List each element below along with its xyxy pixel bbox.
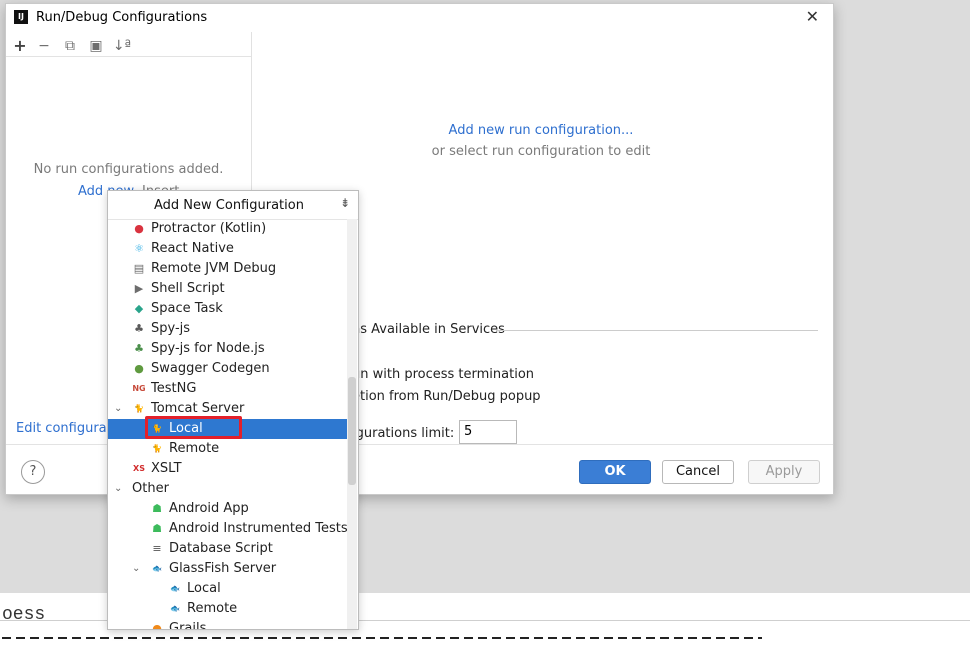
dialog-titlebar: IJ Run/Debug Configurations ✕ <box>6 4 833 32</box>
config-type-label: Spy-js <box>151 321 191 336</box>
cancel-button[interactable]: Cancel <box>662 460 734 484</box>
config-type-label: Swagger Codegen <box>151 361 270 376</box>
config-type-icon: ☗ <box>152 502 162 515</box>
config-type-icon: ♣ <box>134 342 144 355</box>
background-dashed-line <box>2 637 762 639</box>
config-type-item[interactable]: ● Swagger Codegen <box>108 359 348 379</box>
config-type-label: Android App <box>169 501 249 516</box>
config-type-label: XSLT <box>151 461 182 476</box>
config-type-label: Space Task <box>151 301 223 316</box>
empty-configurations-message: No run configurations added. <box>33 162 224 177</box>
dialog-title: Run/Debug Configurations <box>36 10 208 25</box>
config-type-item[interactable]: XS XSLT <box>108 459 348 479</box>
chevron-down-icon[interactable]: ⌄ <box>114 479 122 499</box>
config-type-item[interactable]: ⌄ 🐟 GlassFish Server <box>108 559 348 579</box>
config-type-icon: 🐟 <box>152 564 162 573</box>
config-type-label: Database Script <box>169 541 273 556</box>
popup-title: Add New Configuration <box>154 198 304 213</box>
copy-icon[interactable]: ⧉ <box>60 36 80 56</box>
config-type-item[interactable]: ◆ Space Task <box>108 299 348 319</box>
background-text: oess <box>2 605 46 625</box>
config-type-item[interactable]: ▶ Shell Script <box>108 279 348 299</box>
config-type-item[interactable]: ● Grails <box>108 619 348 630</box>
sort-icon[interactable]: ↓ª <box>112 36 132 56</box>
config-type-label: Other <box>132 481 169 496</box>
close-icon[interactable]: ✕ <box>806 7 819 26</box>
services-section-title: ns Available in Services <box>352 322 505 337</box>
config-type-icon: ◆ <box>134 302 144 315</box>
config-type-icon: ☗ <box>152 522 162 535</box>
config-type-icon: ▤ <box>133 262 145 275</box>
configurations-limit-input[interactable]: 5 <box>459 420 517 444</box>
config-toolbar: + − ⧉ ▣ ↓ª <box>6 34 251 58</box>
config-type-item[interactable]: ▤ Remote JVM Debug <box>108 259 348 279</box>
folder-icon[interactable]: ▣ <box>86 36 106 56</box>
config-type-icon: 🐈 <box>134 404 144 413</box>
config-type-item[interactable]: 🐟 Remote <box>108 599 348 619</box>
chevron-down-icon[interactable]: ⌄ <box>114 399 122 419</box>
red-highlight-annotation <box>145 416 242 439</box>
add-new-configuration-popup: Add New Configuration ⇟ ● Protractor (Kot… <box>107 190 359 630</box>
config-type-icon: 🐟 <box>170 584 180 593</box>
config-type-icon: ▶ <box>134 282 144 295</box>
config-type-label: Remote <box>187 601 238 616</box>
config-type-item[interactable]: 🐟 Local <box>108 579 348 599</box>
config-type-label: Protractor (Kotlin) <box>151 221 267 236</box>
config-type-icon: 🐟 <box>170 604 180 613</box>
config-type-icon: NG <box>132 384 146 393</box>
config-type-label: Remote JVM Debug <box>151 261 277 276</box>
confirm-deletion-option[interactable]: etion from Run/Debug popup <box>352 389 541 404</box>
ok-button[interactable]: OK <box>579 460 651 484</box>
services-section-divider <box>496 330 818 331</box>
collapse-all-icon[interactable]: ⇟ <box>340 196 350 210</box>
config-type-item[interactable]: ♣ Spy-js <box>108 319 348 339</box>
config-type-item[interactable]: ≡ Database Script <box>108 539 348 559</box>
config-type-label: Shell Script <box>151 281 225 296</box>
config-type-icon: ⚛ <box>134 242 144 255</box>
config-type-icon: ● <box>152 622 162 630</box>
config-type-icon: XS <box>133 464 145 473</box>
config-type-label: Spy-js for Node.js <box>151 341 265 356</box>
config-type-item[interactable]: 🐈 Remote <box>108 439 348 459</box>
help-button[interactable]: ? <box>21 460 45 484</box>
popup-scrollbar-thumb[interactable] <box>348 377 356 485</box>
intellij-app-icon: IJ <box>14 10 28 24</box>
temporary-configurations-limit-label: igurations limit: <box>352 426 455 441</box>
config-type-label: Grails <box>169 621 207 630</box>
config-type-item[interactable]: ⚛ React Native <box>108 239 348 259</box>
config-type-item[interactable]: ☗ Android Instrumented Tests <box>108 519 348 539</box>
config-type-label: Remote <box>169 441 220 456</box>
config-type-icon: ● <box>134 222 144 235</box>
popup-header: Add New Configuration ⇟ <box>108 191 358 220</box>
config-type-item[interactable]: ● Protractor (Kotlin) <box>108 219 348 239</box>
apply-button[interactable]: Apply <box>748 460 820 484</box>
config-type-icon: ♣ <box>134 322 144 335</box>
config-type-icon: 🐈 <box>152 444 162 453</box>
config-type-label: Android Instrumented Tests <box>169 521 348 536</box>
left-panel-divider <box>6 56 251 57</box>
config-type-item[interactable]: NG TestNG <box>108 379 348 399</box>
config-type-item[interactable]: ☗ Android App <box>108 499 348 519</box>
config-type-label: Local <box>187 581 221 596</box>
config-type-label: GlassFish Server <box>169 561 277 576</box>
config-type-label: TestNG <box>151 381 197 396</box>
add-new-run-configuration-link[interactable]: Add new run configuration... <box>256 123 826 138</box>
config-type-icon: ≡ <box>152 542 162 555</box>
config-type-item[interactable]: ⌄ Other <box>108 479 348 499</box>
select-configuration-hint: or select run configuration to edit <box>431 144 651 159</box>
config-type-icon: ● <box>134 362 144 375</box>
remove-icon[interactable]: − <box>34 36 54 56</box>
add-icon[interactable]: + <box>10 36 30 56</box>
confirm-rerun-option[interactable]: un with process termination <box>352 367 534 382</box>
config-type-label: React Native <box>151 241 234 256</box>
chevron-down-icon[interactable]: ⌄ <box>132 559 140 579</box>
config-type-item[interactable]: ♣ Spy-js for Node.js <box>108 339 348 359</box>
